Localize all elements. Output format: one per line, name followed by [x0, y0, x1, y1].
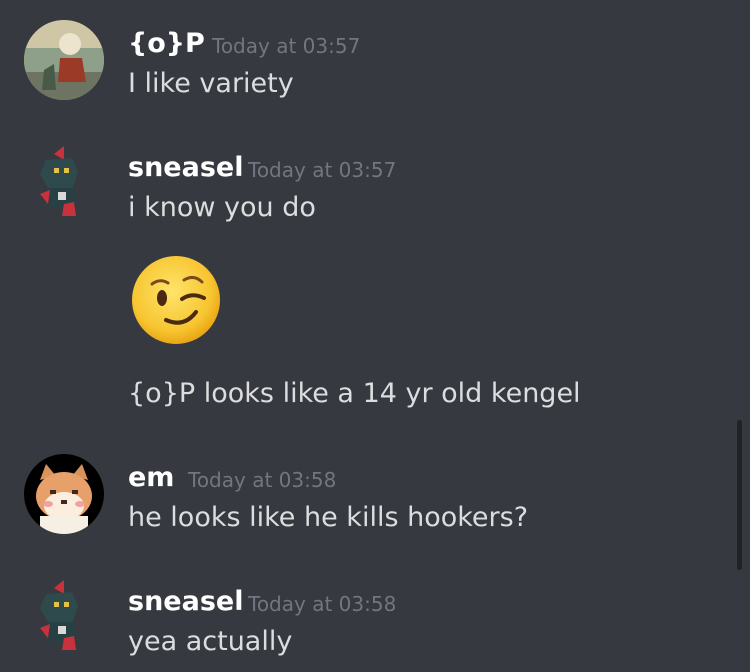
chat-messages: {o}P Today at 03:57 I like variety sneas… [0, 0, 750, 672]
timestamp: Today at 03:58 [248, 592, 397, 616]
message-text: I like variety [128, 68, 294, 99]
sneasel-pixel-avatar-icon [24, 144, 104, 224]
message-text: i know you do [128, 192, 316, 223]
message-text: yea actually [128, 626, 293, 657]
avatar[interactable] [24, 454, 104, 534]
username[interactable]: {o}P [128, 26, 205, 62]
timestamp: Today at 03:58 [188, 468, 337, 492]
winking-face-emoji-icon [132, 256, 220, 344]
timestamp: Today at 03:57 [248, 158, 397, 182]
timestamp: Today at 03:57 [212, 34, 361, 58]
username[interactable]: sneasel [128, 584, 243, 620]
username[interactable]: sneasel [128, 150, 243, 186]
emoji [130, 254, 222, 346]
album-cover-avatar-icon [24, 20, 104, 100]
username[interactable]: em [128, 460, 174, 496]
shiba-dog-avatar-icon [24, 454, 104, 534]
sneasel-pixel-avatar-icon [24, 578, 104, 658]
avatar[interactable] [24, 144, 104, 224]
scrollbar[interactable] [737, 420, 742, 570]
message-text: {o}P looks like a 14 yr old kengel [128, 378, 581, 409]
avatar[interactable] [24, 20, 104, 100]
message-text: he looks like he kills hookers? [128, 502, 529, 533]
avatar[interactable] [24, 578, 104, 658]
